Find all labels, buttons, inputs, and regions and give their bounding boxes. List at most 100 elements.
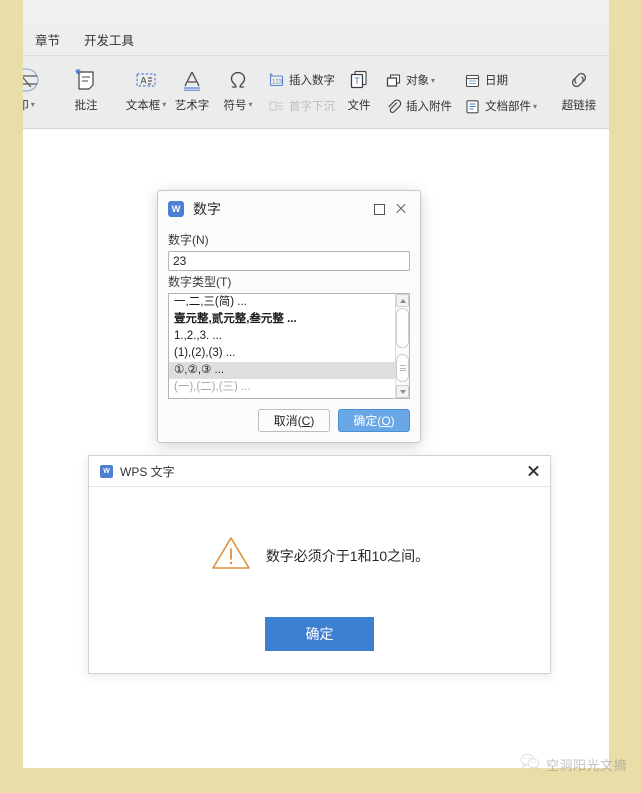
ribbon-stack-marks: “ ”	[602, 61, 609, 119]
ribbon-tab-bar: 章节 开发工具	[23, 27, 609, 55]
object-label: 对象	[406, 75, 429, 87]
watermark-text: 空洞阳光文摘	[545, 757, 627, 773]
ribbon-group-text: A 文本框 ▾ 艺术字 符号 ▾ 123 插入数字 首字下沉 T 文件 对象 ▾…	[119, 56, 546, 128]
attachment-label: 插入附件	[406, 101, 452, 113]
number-dialog: W 数字 数字(N) 数字类型(T) 一,二,三(简) ... 壹元整,贰元整,…	[157, 190, 421, 443]
symbol-omega-icon	[224, 64, 252, 96]
object-button[interactable]: 对象 ▾	[378, 67, 457, 93]
insert-number-icon: 123	[266, 72, 286, 89]
ribbon-group-links: 超链接 “ ”	[552, 56, 609, 128]
wordart-button-label: 艺术字	[174, 100, 210, 112]
number-dialog-titlebar[interactable]: W 数字	[158, 191, 420, 227]
hyperlink-icon	[565, 64, 593, 96]
wps-logo-icon: W	[100, 464, 113, 478]
number-input[interactable]	[168, 251, 410, 271]
message-box-title: WPS 文字	[120, 464, 175, 479]
list-item[interactable]: (一),(二),(三) ...	[169, 379, 395, 396]
message-box: W WPS 文字 数字必须介于1和10之间。 确定	[88, 455, 551, 674]
close-icon[interactable]	[527, 465, 540, 478]
drop-cap-icon	[266, 98, 286, 115]
message-box-titlebar[interactable]: W WPS 文字	[89, 456, 550, 487]
ok-button[interactable]: 确定(O)	[338, 409, 410, 432]
attachment-clip-icon	[383, 98, 403, 115]
bookmark-icon	[607, 98, 609, 115]
chevron-down-icon[interactable]: ▾	[31, 100, 35, 109]
number-type-listbox[interactable]: 一,二,三(简) ... 壹元整,贰元整,叁元整 ... 1.,2.,3. ..…	[168, 293, 410, 399]
chevron-down-icon[interactable]: ▾	[248, 100, 252, 109]
date-button[interactable]: 日期	[457, 67, 542, 93]
bookmark-button[interactable]	[602, 93, 609, 119]
cancel-button-label: 取消	[273, 414, 298, 428]
list-item[interactable]: 一,二,三(简) ...	[169, 294, 395, 311]
cancel-accelerator: C	[301, 413, 311, 428]
hyperlink-button[interactable]: 超链接	[556, 61, 602, 113]
ribbon-command-area: 印 ▾ 批注	[23, 55, 609, 129]
scrollbar-thumb-upper[interactable]	[396, 308, 409, 348]
number-type-list: 一,二,三(简) ... 壹元整,贰元整,叁元整 ... 1.,2.,3. ..…	[169, 294, 395, 396]
insert-number-button[interactable]: 123 插入数字	[261, 67, 340, 93]
number-field-label: 数字(N)	[168, 233, 209, 247]
warning-triangle-icon	[210, 534, 252, 577]
ribbon-top-strip	[23, 0, 609, 27]
number-dialog-footer: 取消(C) 确定(O)	[158, 399, 420, 442]
object-icon	[383, 72, 403, 89]
quote-bracket-button[interactable]: “ ”	[602, 67, 609, 93]
svg-text:123: 123	[272, 79, 283, 85]
list-item[interactable]: (1),(2),(3) ...	[169, 345, 395, 362]
ribbon-group-comment: 批注	[59, 56, 113, 128]
wps-logo-letter: W	[171, 203, 181, 214]
scrollbar-thumb[interactable]	[396, 354, 409, 382]
number-dialog-body: 数字(N) 数字类型(T) 一,二,三(简) ... 壹元整,贰元整,叁元整 .…	[158, 227, 420, 399]
document-parts-button[interactable]: 文档部件 ▾	[457, 93, 542, 119]
ribbon-group-watermark: 印 ▾	[23, 56, 53, 128]
ribbon-stack-number: 123 插入数字 首字下沉	[261, 61, 340, 119]
wordart-icon	[178, 64, 206, 96]
drop-cap-button: 首字下沉	[261, 93, 340, 119]
date-label: 日期	[485, 75, 508, 87]
insert-file-button[interactable]: T 文件	[340, 61, 378, 113]
tab-chapters[interactable]: 章节	[23, 27, 72, 55]
symbol-button[interactable]: 符号 ▾	[215, 61, 261, 113]
chevron-down-icon[interactable]: ▾	[431, 76, 435, 85]
cancel-button[interactable]: 取消(C)	[258, 409, 330, 432]
document-parts-icon	[462, 98, 482, 115]
chevron-down-icon[interactable]: ▾	[162, 100, 166, 109]
ok-accelerator: O	[381, 413, 391, 428]
insert-number-label: 插入数字	[289, 75, 335, 87]
textbox-button-label: 文本框	[125, 100, 161, 112]
scroll-up-icon[interactable]	[396, 294, 409, 307]
maximize-button[interactable]	[368, 198, 390, 220]
textbox-button[interactable]: A 文本框 ▾	[123, 61, 169, 113]
ribbon-stack-date: 日期 文档部件 ▾	[457, 61, 542, 119]
list-item[interactable]: 1.,2.,3. ...	[169, 328, 395, 345]
watermark-button-label: 印	[23, 97, 29, 113]
list-item-selected[interactable]: ①,②,③ ...	[169, 362, 395, 379]
attachment-button[interactable]: 插入附件	[378, 93, 457, 119]
wordart-button[interactable]: 艺术字	[169, 61, 215, 113]
maximize-icon	[373, 203, 385, 215]
ok-button-label: 确定	[353, 414, 378, 428]
listbox-scrollbar[interactable]	[395, 294, 409, 398]
symbol-button-label: 符号	[223, 100, 247, 112]
hyperlink-label: 超链接	[561, 100, 597, 112]
list-item[interactable]: 壹元整,贰元整,叁元整 ...	[169, 311, 395, 328]
chevron-down-icon[interactable]: ▾	[533, 102, 537, 111]
drop-cap-label: 首字下沉	[289, 101, 335, 113]
close-button[interactable]	[390, 198, 412, 220]
wps-logo-letter: W	[103, 467, 110, 475]
number-type-label: 数字类型(T)	[168, 275, 232, 289]
message-ok-button[interactable]: 确定	[265, 617, 374, 651]
watermark-icon	[23, 64, 41, 96]
watermark-button[interactable]: 印 ▾	[23, 61, 49, 113]
watermark: 空洞阳光文摘	[520, 753, 627, 775]
svg-text:A: A	[141, 76, 147, 86]
scroll-down-icon[interactable]	[396, 385, 409, 398]
comment-button[interactable]: 批注	[63, 61, 109, 113]
scrollbar-grip	[399, 364, 406, 373]
tab-developer-tools[interactable]: 开发工具	[72, 27, 146, 55]
svg-text:T: T	[354, 76, 360, 86]
comment-button-label: 批注	[74, 100, 98, 112]
close-icon	[395, 203, 407, 215]
message-text: 数字必须介于1和10之间。	[265, 547, 430, 564]
quote-bracket-icon: “ ”	[607, 72, 609, 89]
